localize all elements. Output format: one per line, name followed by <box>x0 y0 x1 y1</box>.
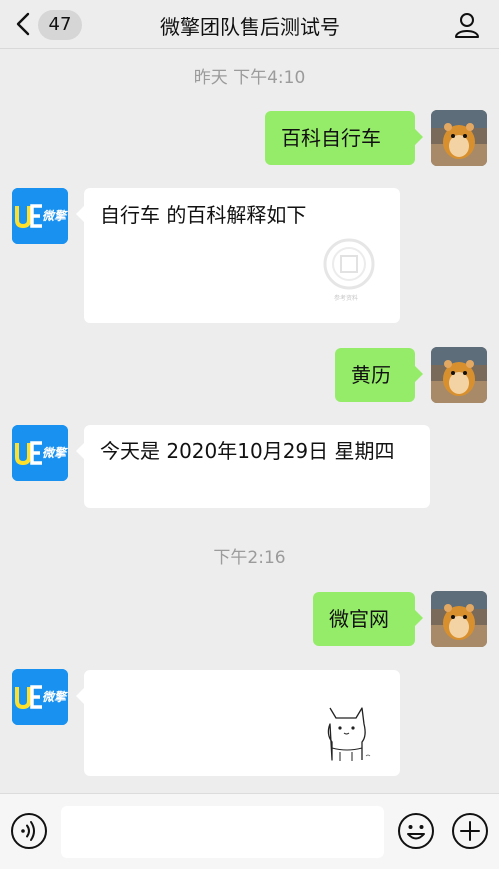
unread-count-badge[interactable]: 47 <box>38 10 82 40</box>
message-text: 今天是 2020年10月29日 星期四 <box>100 439 395 463</box>
bot-avatar[interactable]: 微擎 <box>12 425 68 481</box>
watermark-placeholder-icon <box>323 238 375 290</box>
timestamp: 昨天 下午4:10 <box>193 68 306 88</box>
chat-header: 47 微擎团队售后测试号 <box>0 0 499 49</box>
hamster-avatar-image <box>431 110 487 166</box>
message-text: 百科自行车 <box>281 126 381 150</box>
message-input[interactable] <box>61 806 384 858</box>
message-text: 自行车 的百科解释如下 <box>100 203 307 227</box>
sent-message-bubble[interactable]: 微官网 <box>313 592 423 646</box>
message-text: 微官网 <box>329 607 389 631</box>
received-image-bubble[interactable] <box>76 670 400 776</box>
bot-avatar[interactable]: 微擎 <box>12 669 68 725</box>
bot-logo-text: 微擎 <box>42 209 67 223</box>
user-avatar[interactable] <box>431 591 487 647</box>
sent-message-bubble[interactable]: 黄历 <box>335 348 423 402</box>
cat-sticker-image <box>327 707 371 761</box>
image-caption: 参考资料 <box>334 295 359 302</box>
timestamp: 下午2:16 <box>213 548 286 568</box>
user-avatar[interactable] <box>431 110 487 166</box>
plus-icon[interactable] <box>451 812 489 850</box>
chat-title: 微擎团队售后测试号 <box>160 15 340 39</box>
bot-logo-text: 微擎 <box>42 446 67 460</box>
sent-message-bubble[interactable]: 百科自行车 <box>265 111 423 165</box>
input-bar <box>0 793 499 869</box>
message-text: 黄历 <box>351 363 391 387</box>
hamster-avatar-image <box>431 591 487 647</box>
voice-icon[interactable] <box>10 812 48 850</box>
hamster-avatar-image <box>431 347 487 403</box>
chevron-left-icon[interactable] <box>12 10 36 38</box>
bot-logo-text: 微擎 <box>42 690 67 704</box>
person-icon[interactable] <box>453 11 481 39</box>
received-message-bubble[interactable]: 今天是 2020年10月29日 星期四 <box>76 425 430 508</box>
received-message-bubble[interactable]: 自行车 的百科解释如下 参考资料 <box>76 188 400 323</box>
user-avatar[interactable] <box>431 347 487 403</box>
bot-avatar[interactable]: 微擎 <box>12 188 68 244</box>
emoji-icon[interactable] <box>397 812 435 850</box>
